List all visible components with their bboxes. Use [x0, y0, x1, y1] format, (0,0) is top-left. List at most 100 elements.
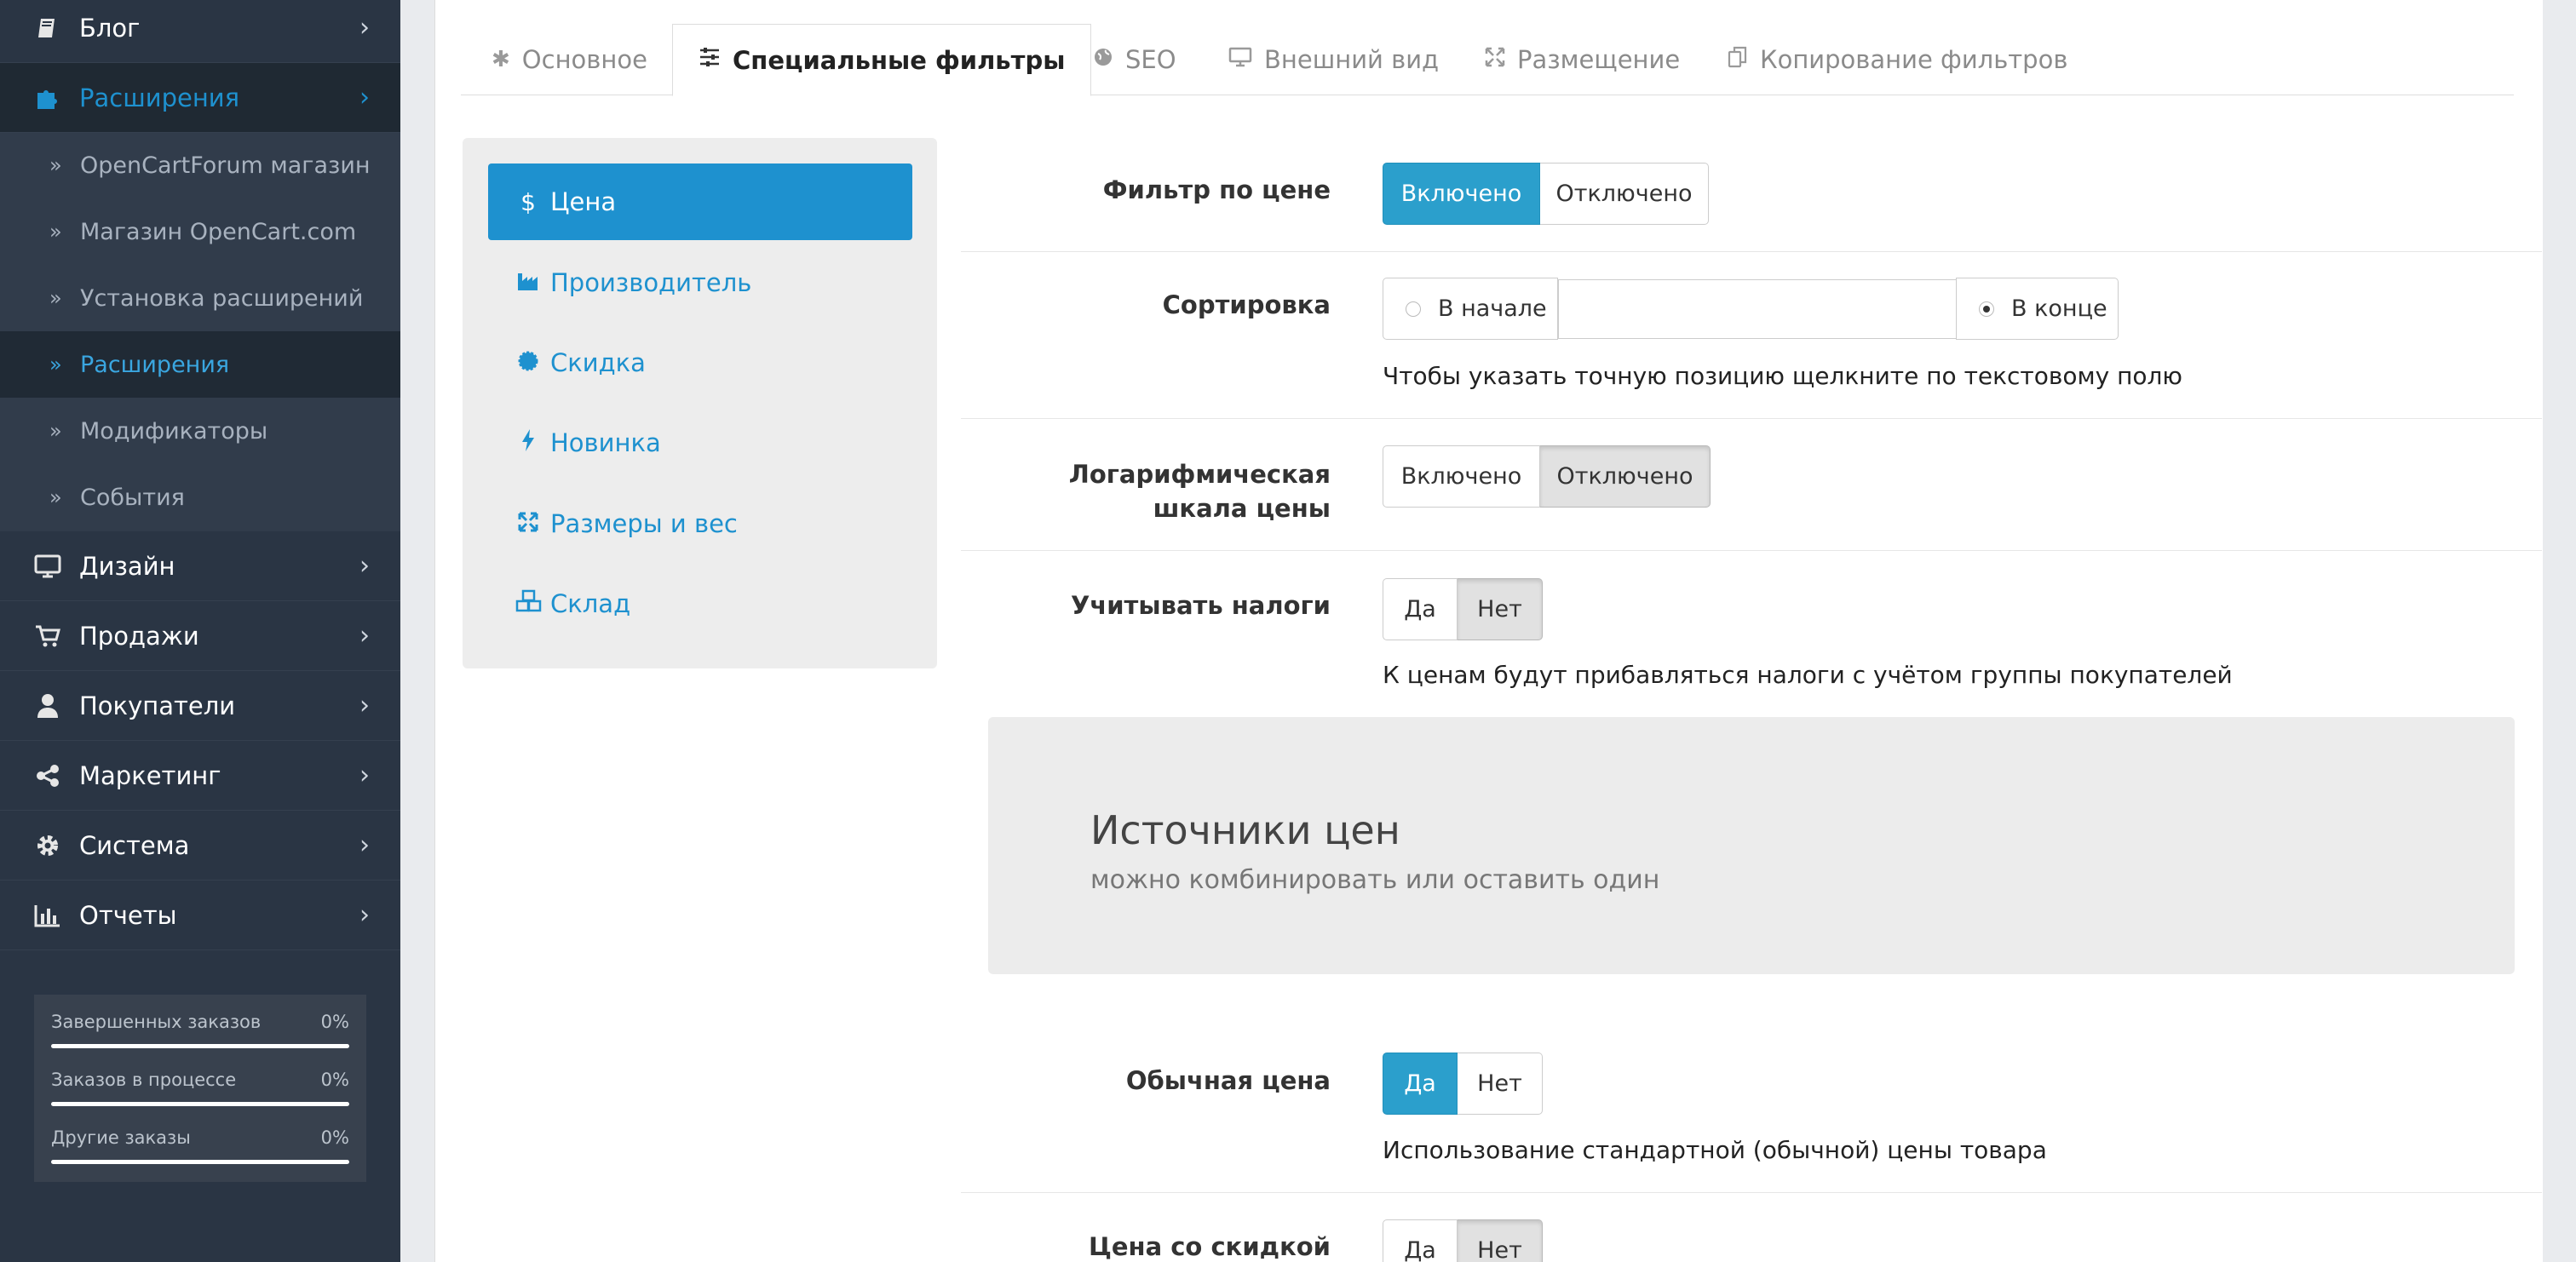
sort-start-radio[interactable]: В начале [1383, 278, 1558, 340]
sidebar-subitem-opencart-store[interactable]: » Магазин OpenCart.com [0, 198, 400, 265]
book-icon [32, 13, 63, 43]
order-stats: Завершенных заказов 0% Заказов в процесс… [34, 995, 366, 1182]
double-chevron-icon: » [49, 485, 62, 509]
price-filter-off-button[interactable]: Отключено [1540, 163, 1709, 225]
sidebar-item-reports[interactable]: Отчеты › [0, 881, 400, 950]
certificate-icon [515, 349, 541, 377]
chevron-right-icon: › [359, 621, 370, 651]
progress-bar [51, 1102, 349, 1106]
sort-end-radio[interactable]: В конце [1956, 278, 2119, 340]
taxes-help-text: К ценам будут прибавляться налоги с учёт… [1383, 661, 2233, 689]
stat-label: Заказов в процессе [51, 1070, 237, 1090]
stat-value: 0% [320, 1012, 349, 1032]
sidebar-subitem-modifications[interactable]: » Модификаторы [0, 398, 400, 464]
tab-label: Основное [521, 45, 647, 74]
vmenu-item-discount[interactable]: Скидка [488, 324, 912, 401]
subitem-label: События [80, 484, 185, 511]
arrows-icon [1485, 47, 1505, 73]
sidebar-item-marketing[interactable]: Маркетинг › [0, 741, 400, 811]
share-icon [32, 760, 63, 791]
chevron-right-icon: › [359, 13, 370, 43]
sidebar-item-sales[interactable]: Продажи › [0, 601, 400, 671]
progress-bar [51, 1044, 349, 1048]
regular-price-yes-button[interactable]: Да [1383, 1053, 1458, 1115]
sidebar-item-customers[interactable]: Покупатели › [0, 671, 400, 741]
vmenu-item-manufacturer[interactable]: Производитель [488, 244, 912, 321]
sorting-help-text: Чтобы указать точную позицию щелкните по… [1383, 362, 2182, 390]
sidebar-subitem-opencartforum[interactable]: » OpenCartForum магазин [0, 132, 400, 198]
subitem-label: Магазин OpenCart.com [80, 218, 357, 245]
price-filter-on-button[interactable]: Включено [1383, 163, 1540, 225]
regular-price-no-button[interactable]: Нет [1458, 1053, 1543, 1115]
stat-label: Другие заказы [51, 1127, 191, 1148]
regular-price-label: Обычная цена [1125, 1066, 1331, 1095]
row-divider [961, 550, 2542, 551]
log-scale-off-button[interactable]: Отключено [1540, 445, 1711, 508]
stat-label: Завершенных заказов [51, 1012, 262, 1032]
subitem-label: Установка расширений [80, 284, 364, 312]
double-chevron-icon: » [49, 286, 62, 310]
asterisk-icon: ✱ [492, 47, 510, 72]
tab-seo[interactable]: SEO [1093, 24, 1176, 95]
vmenu-item-stock[interactable]: Склад [488, 565, 912, 642]
tab-label: Внешний вид [1264, 45, 1440, 74]
price-sources-section: Источники цен можно комбинировать или ос… [988, 717, 2515, 974]
sort-start-label: В начале [1438, 295, 1547, 322]
double-chevron-icon: » [49, 419, 62, 443]
tab-label: Копирование фильтров [1760, 45, 2068, 74]
sidebar-subitem-extensions[interactable]: » Расширения [0, 331, 400, 398]
sidebar-subitem-events[interactable]: » События [0, 464, 400, 531]
monitor-icon [32, 551, 63, 582]
regular-price-toggle: Да Нет [1383, 1053, 1543, 1115]
industry-icon [515, 269, 541, 297]
chevron-right-icon: › [359, 760, 370, 790]
tab-bar: ✱ Основное Специальные фильтры SEO Внешн… [461, 24, 2514, 96]
sidebar-item-system[interactable]: Система › [0, 811, 400, 881]
double-chevron-icon: » [49, 353, 62, 376]
dollar-icon: $ [520, 187, 536, 216]
log-scale-on-button[interactable]: Включено [1383, 445, 1540, 508]
vmenu-label: Производитель [550, 268, 752, 297]
sidebar-item-label: Продажи [79, 621, 199, 651]
vmenu-label: Скидка [550, 348, 646, 377]
sidebar-item-label: Блог [79, 13, 141, 43]
sidebar-item-blog[interactable]: Блог › [0, 0, 400, 63]
tab-placement[interactable]: Размещение [1485, 24, 1680, 95]
sidebar-item-design[interactable]: Дизайн › [0, 531, 400, 601]
discount-price-yes-button[interactable]: Да [1383, 1219, 1458, 1262]
log-scale-toggle: Включено Отключено [1383, 445, 1711, 508]
radio-button[interactable] [1406, 301, 1421, 317]
vmenu-label: Новинка [550, 428, 661, 457]
vmenu-item-price[interactable]: $ Цена [488, 163, 912, 240]
vmenu-item-new[interactable]: Новинка [488, 404, 912, 481]
taxes-no-button[interactable]: Нет [1458, 578, 1543, 640]
chevron-right-icon: › [359, 830, 370, 860]
tab-special-filters[interactable]: Специальные фильтры [672, 24, 1092, 96]
discount-price-label: Цена со скидкой [1088, 1232, 1331, 1261]
taxes-yes-button[interactable]: Да [1383, 578, 1458, 640]
radio-button-selected[interactable] [1979, 301, 1994, 317]
vmenu-item-dimensions[interactable]: Размеры и вес [488, 485, 912, 562]
taxes-label: Учитывать налоги [1070, 591, 1331, 620]
sidebar-item-extensions[interactable]: Расширения › [0, 63, 400, 133]
sidebar-subitem-installer[interactable]: » Установка расширений [0, 265, 400, 331]
stat-value: 0% [320, 1127, 349, 1148]
row-divider [961, 418, 2542, 419]
gear-icon [32, 830, 63, 861]
chevron-right-icon: › [359, 691, 370, 720]
discount-price-no-button[interactable]: Нет [1458, 1219, 1543, 1262]
sidebar-item-label: Дизайн [79, 551, 175, 581]
section-title: Источники цен [1090, 807, 1400, 853]
expand-icon [515, 510, 541, 538]
subitem-label: Модификаторы [80, 417, 268, 445]
taxes-toggle: Да Нет [1383, 578, 1543, 640]
tab-copy-filters[interactable]: Копирование фильтров [1728, 24, 2067, 95]
globe-icon [1093, 47, 1113, 73]
tab-general[interactable]: ✱ Основное [492, 24, 647, 95]
row-divider [961, 1192, 2542, 1193]
sort-position-input[interactable] [1558, 279, 1957, 339]
sorting-label: Сортировка [1162, 290, 1331, 319]
log-scale-label: Логарифмическая шкала цены [1068, 460, 1331, 523]
monitor-icon [1228, 47, 1252, 73]
tab-appearance[interactable]: Внешний вид [1228, 24, 1439, 95]
